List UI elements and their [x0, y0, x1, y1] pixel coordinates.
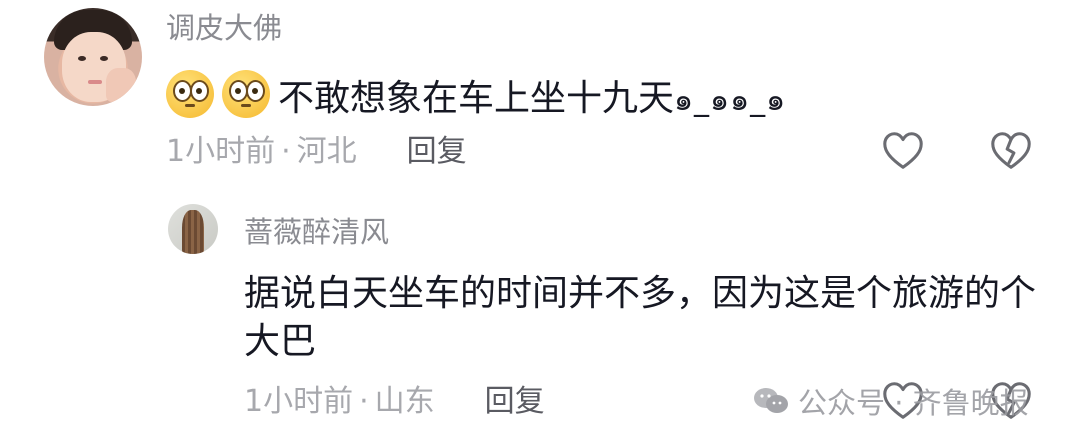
avatar-tree: [182, 210, 204, 254]
broken-heart-icon[interactable]: [988, 128, 1034, 174]
reply-time: 1小时前: [244, 384, 354, 419]
comment-location: 河北: [296, 134, 357, 169]
comment-text: 不敢想象在车上坐十九天: [278, 78, 675, 119]
avatar-eye: [78, 56, 86, 61]
avatar-mouth: [88, 80, 102, 84]
reply-text: 据说白天坐车的时间并不多，因为这是个旅游的个大巴: [244, 273, 1037, 362]
flushed-face-emoji: [166, 70, 214, 118]
comment-body: 不敢想象在车上坐十九天๑_๑๑_๑: [166, 70, 786, 125]
commenter-avatar[interactable]: [44, 8, 142, 106]
comment-meta: 1小时前 · 河北 回复: [166, 132, 467, 172]
commenter-username[interactable]: 调皮大佛: [166, 10, 282, 46]
reply-location: 山东: [374, 384, 435, 419]
replier-username[interactable]: 蔷薇醉清风: [244, 214, 389, 250]
reply-button[interactable]: 回复: [407, 132, 467, 172]
meta-separator: ·: [359, 384, 369, 419]
reply-button[interactable]: 回复: [485, 382, 545, 422]
avatar-eye: [100, 56, 108, 61]
wechat-icon: [752, 386, 790, 416]
replier-avatar[interactable]: [168, 204, 218, 254]
heart-outline-icon[interactable]: [880, 128, 926, 174]
reply-meta: 1小时前 · 山东 回复: [244, 382, 545, 422]
comment-time: 1小时前: [166, 134, 276, 169]
flushed-face-emoji: [222, 70, 270, 118]
kaomoji: ๑_๑๑_๑: [674, 83, 787, 118]
watermark-text: 公众号 · 齐鲁晚报: [798, 386, 1029, 420]
avatar-hand: [106, 68, 136, 102]
meta-separator: ·: [281, 134, 291, 169]
watermark: 公众号 · 齐鲁晚报: [752, 380, 1029, 422]
